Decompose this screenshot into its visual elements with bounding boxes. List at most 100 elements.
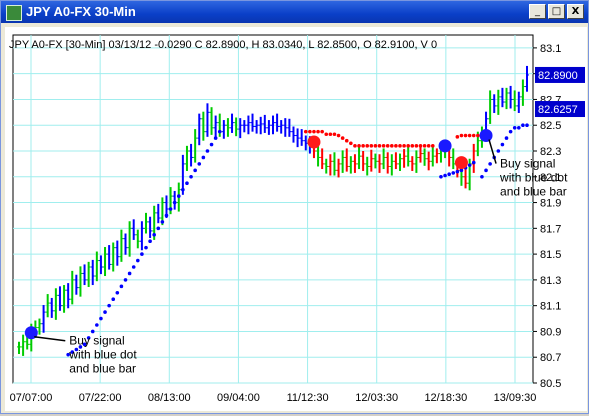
stop-dot-red: [390, 144, 394, 148]
stop-dot-red: [381, 144, 386, 148]
y-tick-label: 81.3: [540, 275, 561, 287]
stop-dot-red: [394, 144, 398, 148]
stop-dot-blue: [496, 149, 501, 153]
stop-dot-red: [340, 136, 345, 140]
stop-dot-blue: [144, 245, 148, 250]
stop-dot-blue: [451, 171, 456, 175]
y-axis: 83.182.982.782.582.382.181.981.781.581.3…: [533, 43, 585, 390]
x-tick-label: 13/09:30: [494, 392, 537, 404]
chart-area[interactable]: 83.182.982.782.582.382.181.981.781.581.3…: [5, 27, 587, 411]
stop-dot-red: [471, 133, 476, 138]
price-chart[interactable]: 83.182.982.782.582.382.181.981.781.581.3…: [5, 27, 587, 411]
maximize-button[interactable]: □: [548, 4, 565, 19]
stop-dot-blue: [140, 252, 144, 256]
x-tick-label: 07/07:00: [10, 392, 53, 404]
stop-dot-blue: [447, 172, 451, 176]
stop-dot-blue: [193, 168, 197, 173]
minimize-button[interactable]: _: [529, 4, 546, 19]
stop-dot-blue: [152, 232, 156, 237]
stop-dot-blue: [160, 220, 165, 224]
signal-dot-red: [454, 156, 468, 170]
stop-dot-red: [385, 144, 390, 148]
chart-window: JPY A0-FX 30-Min _ □ X 83.182.982.782.58…: [0, 0, 589, 414]
stop-dot-red: [332, 132, 337, 137]
stop-dot-red: [377, 144, 382, 148]
stop-dot-blue: [115, 290, 120, 295]
price-label: 82.8900: [538, 70, 578, 82]
y-tick-label: 83.1: [540, 43, 561, 55]
stop-dot-blue: [517, 126, 521, 130]
stop-dot-blue: [90, 329, 95, 334]
y-tick-label: 80.5: [540, 378, 561, 390]
stop-dot-red: [349, 141, 353, 146]
stop-dot-blue: [164, 213, 169, 218]
signal-dot-blue: [438, 139, 452, 153]
stop-dot-blue: [189, 174, 193, 179]
close-button[interactable]: X: [567, 4, 584, 19]
stop-dot-blue: [172, 200, 177, 205]
stop-dot-red: [373, 144, 378, 148]
stop-dot-red: [406, 144, 410, 148]
stop-dot-red: [467, 133, 472, 138]
stop-dot-blue: [508, 129, 513, 134]
stop-dot-red: [344, 138, 349, 143]
stop-dot-red: [365, 144, 370, 148]
stop-dot-blue: [213, 136, 218, 140]
stop-dot-blue: [119, 284, 124, 289]
stop-dot-red: [426, 144, 431, 148]
stop-dot-blue: [512, 126, 517, 130]
stop-dot-red: [422, 144, 427, 148]
stop-dot-red: [430, 144, 435, 148]
stop-dot-blue: [500, 142, 505, 147]
annotation-text: Buy signal: [69, 334, 124, 348]
title-bar[interactable]: JPY A0-FX 30-Min _ □ X: [1, 1, 588, 23]
stop-dot-blue: [99, 316, 103, 321]
stop-dot-blue: [209, 142, 214, 147]
stop-dot-blue: [123, 278, 128, 282]
stop-dot-blue: [443, 173, 447, 178]
stop-dot-blue: [111, 297, 116, 302]
x-tick-label: 09/04:00: [217, 392, 260, 404]
stop-dot-red: [455, 135, 460, 139]
stop-dot-red: [410, 144, 415, 148]
stop-dot-blue: [148, 239, 152, 244]
x-tick-label: 07/22:00: [79, 392, 122, 404]
stop-dot-red: [324, 132, 329, 137]
stop-dot-blue: [467, 163, 472, 167]
stop-dot-blue: [217, 129, 222, 134]
stop-dot-blue: [455, 169, 460, 174]
stop-dot-red: [369, 144, 374, 148]
stop-dot-red: [303, 129, 308, 134]
stop-dot-blue: [181, 187, 185, 192]
stop-dot-blue: [176, 194, 181, 198]
window-title: JPY A0-FX 30-Min: [26, 4, 136, 19]
stop-dot-blue: [127, 271, 132, 276]
stop-dot-red: [414, 144, 419, 148]
stop-dot-blue: [197, 162, 202, 166]
chart-app-icon: [6, 5, 22, 21]
stop-dot-blue: [131, 265, 136, 269]
stop-dot-blue: [201, 155, 206, 160]
stop-dot-red: [328, 132, 333, 137]
y-tick-label: 81.7: [540, 223, 561, 235]
stop-dot-blue: [504, 136, 509, 140]
stop-dot-red: [320, 129, 324, 134]
stop-dot-blue: [521, 123, 525, 128]
stop-dot-blue: [488, 162, 492, 166]
stop-dot-red: [336, 133, 341, 138]
signal-dot-red: [307, 135, 321, 149]
stop-dot-red: [316, 129, 320, 134]
y-tick-label: 81.5: [540, 249, 561, 261]
y-tick-label: 81.9: [540, 198, 561, 210]
stop-dot-blue: [136, 258, 140, 263]
stop-dot-red: [308, 129, 312, 134]
stop-dot-red: [476, 133, 480, 138]
grid: [12, 34, 534, 384]
y-tick-label: 80.7: [540, 352, 561, 364]
annotation-text: with blue dot: [499, 171, 568, 185]
stop-dot-blue: [107, 303, 111, 308]
price-label: 82.6257: [538, 104, 578, 116]
stop-dot-red: [357, 144, 361, 148]
stop-dot-blue: [95, 323, 99, 327]
chart-header: JPY A0-FX [30-Min] 03/13/12 -0.0290 C 82…: [9, 39, 437, 51]
